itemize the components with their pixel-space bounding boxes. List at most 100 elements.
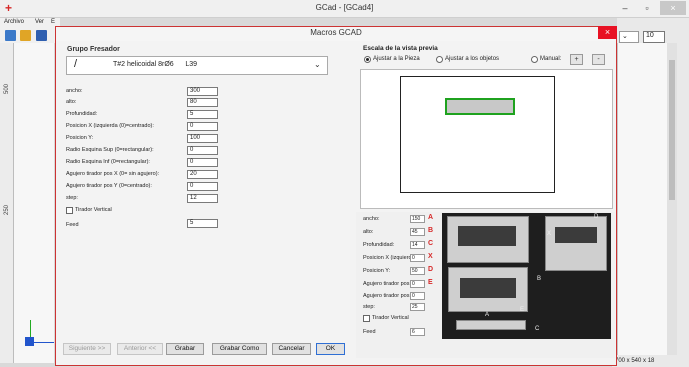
param-input-radio-sup[interactable]: 0	[187, 146, 218, 155]
tool-name: T#2 helicoidal 8rØ6 L39	[113, 61, 197, 68]
param-label-profundidad: Profundidad:	[66, 111, 98, 117]
scrollbar-thumb[interactable]	[669, 60, 675, 200]
help-label-profundidad: Profundidad:	[363, 242, 395, 248]
tool-prefix: /	[74, 58, 78, 70]
radio-label-ajustar-objetos: Ajustar a los objetos	[445, 56, 500, 62]
help-input-agujero-y: 0	[410, 292, 425, 300]
help-input-alto: 45	[410, 228, 425, 236]
param-label-radio-sup: Radio Esquina Sup (0=rectangular):	[66, 147, 154, 153]
ruler-label-250: 250	[4, 204, 11, 216]
help-input-posicion-y: 50	[410, 267, 425, 275]
menu-ver[interactable]: Ver	[35, 19, 44, 25]
photo-label-e: E	[520, 307, 525, 313]
help-label-posicion-x: Posicion X (izquierda	[363, 255, 415, 261]
help-feed-label: Feed	[363, 329, 376, 335]
zoom-minus-button[interactable]: -	[592, 54, 605, 65]
param-input-agujero-y[interactable]: 0	[187, 182, 218, 191]
radio-label-manual: Manual:	[540, 56, 562, 62]
param-label-ancho: ancho:	[66, 88, 83, 94]
save-as-button[interactable]: Grabar Como	[212, 343, 267, 355]
help-tirador-vertical-label: Tirador Vertical	[372, 315, 409, 321]
ruler-label-500: 500	[4, 83, 11, 95]
param-input-posicion-y[interactable]: 100	[187, 134, 218, 143]
help-input-step: 25	[410, 303, 425, 311]
zoom-plus-button[interactable]: +	[570, 54, 583, 65]
radio-label-ajustar-pieza: Ajustar a la Pieza	[373, 56, 420, 62]
maximize-button[interactable]: ▫	[636, 1, 658, 15]
dialog-close-button[interactable]: ×	[598, 26, 617, 39]
radio-manual[interactable]	[531, 56, 538, 63]
save-icon[interactable]	[36, 30, 47, 41]
help-input-profundidad: 14	[410, 241, 425, 249]
param-label-posicion-y: Posicion Y:	[66, 135, 94, 141]
param-input-profundidad[interactable]: 5	[187, 110, 218, 119]
help-label-ancho: ancho:	[363, 216, 380, 222]
radio-ajustar-objetos[interactable]	[436, 56, 443, 63]
preview-board-outline	[400, 76, 555, 193]
zoom-select[interactable]: ⌄	[619, 31, 639, 43]
help-letter-x: X	[428, 253, 433, 260]
zoom-input[interactable]: 10	[643, 31, 665, 43]
feed-input[interactable]: 5	[187, 219, 218, 228]
param-label-agujero-y: Agujero tirador pos Y (0=centrado):	[66, 183, 152, 189]
drawing-canvas-left[interactable]	[14, 43, 54, 363]
photo-label-c: C	[535, 326, 540, 332]
param-label-radio-inf: Radio Esquina Inf (0=rectangular):	[66, 159, 150, 165]
photo-label-b: B	[537, 276, 542, 282]
help-letter-c: C	[428, 240, 434, 247]
tool-name-text: T#2 helicoidal 8rØ6	[113, 61, 174, 68]
feed-label: Feed	[66, 222, 79, 228]
param-input-alto[interactable]: 80	[187, 98, 218, 107]
photo-label-x: X	[547, 231, 552, 237]
param-label-posicion-x: Posicion X (izquierda (0)=centrado):	[66, 123, 154, 129]
help-feed-input: 6	[410, 328, 425, 336]
drawing-canvas-right[interactable]	[617, 43, 667, 361]
chevron-down-icon[interactable]: ⌄	[314, 60, 321, 69]
help-label-step: step:	[363, 304, 375, 310]
param-label-alto: alto:	[66, 99, 77, 105]
previous-button[interactable]: Anterior <<	[117, 343, 163, 355]
photo-pocket-cavity	[458, 226, 516, 246]
help-label-posicion-y: Posicion Y:	[363, 268, 391, 274]
ok-button[interactable]: OK	[316, 343, 345, 355]
group-fresador-label: Grupo Fresador	[67, 46, 120, 53]
param-input-agujero-x[interactable]: 20	[187, 170, 218, 179]
tirador-vertical-checkbox[interactable]	[66, 207, 73, 214]
preview-pocket-shape	[445, 98, 515, 115]
param-input-radio-inf[interactable]: 0	[187, 158, 218, 167]
scale-label: Escala de la vista previa	[363, 45, 438, 52]
help-input-ancho: 150	[410, 215, 425, 223]
menu-edit[interactable]: E	[51, 19, 55, 25]
help-letter-a: A	[428, 214, 434, 221]
help-input-agujero-x: 0	[410, 280, 425, 288]
help-letter-b: B	[428, 227, 434, 234]
help-tirador-vertical-checkbox	[363, 315, 370, 322]
param-label-agujero-x: Agujero tirador pos X (0= sin agujero):	[66, 171, 160, 177]
help-input-posicion-x: 0	[410, 254, 425, 262]
photo-label-d: D	[594, 214, 599, 220]
help-label-agujero-x: Agujero tirador pos X	[363, 281, 415, 287]
minimize-button[interactable]: –	[614, 1, 636, 15]
status-size: 700 x 540 x 18	[612, 355, 689, 367]
cancel-button[interactable]: Cancelar	[272, 343, 311, 355]
help-label-agujero-y: Agujero tirador pos Y	[363, 293, 415, 299]
next-button[interactable]: Siguiente >>	[63, 343, 111, 355]
dialog-title: Macros GCAD	[310, 28, 362, 37]
main-close-button[interactable]: ×	[660, 1, 686, 15]
photo-profile	[456, 320, 526, 330]
tirador-vertical-label: Tirador Vertical	[75, 207, 112, 213]
param-input-step[interactable]: 12	[187, 194, 218, 203]
param-input-posicion-x[interactable]: 0	[187, 122, 218, 131]
origin-marker	[25, 337, 34, 346]
save-button[interactable]: Grabar	[166, 343, 204, 355]
new-file-icon[interactable]	[5, 30, 16, 41]
help-letter-e: E	[428, 279, 433, 286]
open-folder-icon[interactable]	[20, 30, 31, 41]
main-window-title: GCad - [GCad4]	[315, 3, 374, 12]
photo-pocket-side	[545, 216, 607, 271]
tool-code: L39	[185, 61, 198, 68]
param-input-ancho[interactable]: 300	[187, 87, 218, 96]
menu-archivo[interactable]: Archivo	[4, 19, 24, 25]
help-label-alto: alto:	[363, 229, 374, 235]
photo-side-cavity	[555, 227, 597, 243]
